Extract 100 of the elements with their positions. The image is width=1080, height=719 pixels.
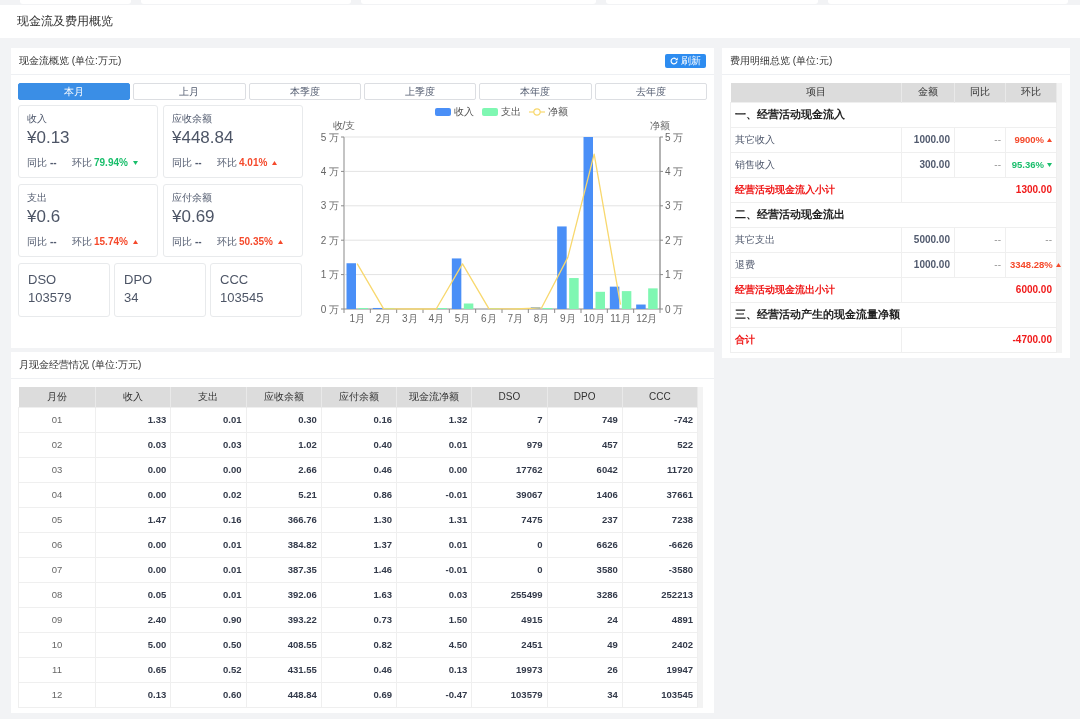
table-cell: 979 <box>471 432 547 457</box>
column-header: 现金流净额 <box>396 387 472 407</box>
table-cell: 0.00 <box>170 457 246 482</box>
compare-label: 同比 <box>27 157 47 169</box>
axis-label: 9月 <box>560 313 576 324</box>
table-cell: 237 <box>547 507 623 532</box>
table-cell: 03 <box>18 457 96 482</box>
panel-title: 现金流概览 (单位:万元) <box>19 54 122 68</box>
metric-label: CCC <box>220 271 250 289</box>
axis-title: 净额 <box>650 120 670 131</box>
column-header: 金额 <box>901 83 955 102</box>
table-cell: 04 <box>18 482 96 507</box>
table-cell: 12 <box>18 682 96 707</box>
axis-label: 4月 <box>428 313 444 324</box>
table-cell: 392.06 <box>246 582 322 607</box>
table-cell: 0.60 <box>170 682 246 707</box>
axis-label: 12月 <box>636 313 658 324</box>
change-value: 4.01% <box>239 157 268 169</box>
table-cell: 5000.00 <box>901 227 955 252</box>
table-cell: 0.52 <box>170 657 246 682</box>
table-cell: 457 <box>547 432 623 457</box>
subtotal-value: 1300.00 <box>901 177 1057 202</box>
axis-label: 1月 <box>349 313 365 324</box>
table-cell: -0.47 <box>396 682 472 707</box>
table-cell: 1.37 <box>321 532 397 557</box>
metric-label: DSO <box>28 271 58 289</box>
compare-label: 环比 <box>72 236 92 248</box>
compare-label: 同比 <box>172 236 192 248</box>
table-cell: 0.01 <box>170 582 246 607</box>
axis-label: 0 万 <box>665 303 684 315</box>
table-cell: 0.16 <box>321 407 397 432</box>
axis-label: 3月 <box>402 313 418 324</box>
table-cell: 4.50 <box>396 632 472 657</box>
table-cell: 0.01 <box>170 557 246 582</box>
table-cell: 09 <box>18 607 96 632</box>
table-cell: 0.00 <box>95 532 171 557</box>
table-cell: 11720 <box>622 457 698 482</box>
kpi-label: 收入 <box>27 113 48 125</box>
table-cell: 0.40 <box>321 432 397 457</box>
table-cell: 0.05 <box>95 582 171 607</box>
table-cell: -742 <box>622 407 698 432</box>
kpi-value: ¥0.13 <box>27 128 71 148</box>
table-cell: 11 <box>18 657 96 682</box>
axis-label: 3 万 <box>665 200 684 212</box>
table-cell: 0 <box>471 532 547 557</box>
kpi-value: ¥0.6 <box>27 207 62 227</box>
metric-label: DPO <box>124 271 154 289</box>
table-cell: 销售收入 <box>730 152 902 177</box>
table-cell: 0.01 <box>170 532 246 557</box>
table-cell: 1.02 <box>246 432 322 457</box>
legend-label: 支出 <box>500 106 521 118</box>
table-cell: 37661 <box>622 482 698 507</box>
table-cell: 4915 <box>471 607 547 632</box>
compare-label: 环比 <box>72 157 92 169</box>
table-cell: 408.55 <box>246 632 322 657</box>
section-heading: 一、经营活动现金流入 <box>730 102 1057 127</box>
table-cell: 749 <box>547 407 623 432</box>
compare-label: 环比 <box>217 236 237 248</box>
subtotal-label: 合计 <box>730 327 902 352</box>
table-cell: 2402 <box>622 632 698 657</box>
column-header: 应收余额 <box>246 387 322 407</box>
table-cell: 0.82 <box>321 632 397 657</box>
axis-title: 收/支 <box>332 120 356 131</box>
table-cell: 6042 <box>547 457 623 482</box>
column-header: 支出 <box>170 387 246 407</box>
table-cell: 7238 <box>622 507 698 532</box>
axis-label: 4 万 <box>320 165 339 177</box>
table-cell: 7 <box>471 407 547 432</box>
table-cell: 0.00 <box>95 557 171 582</box>
metric-value: 34 <box>124 289 140 307</box>
table-cell: 0.69 <box>321 682 397 707</box>
table-cell: 02 <box>18 432 96 457</box>
table-cell: 2.66 <box>246 457 322 482</box>
table-cell: 1000.00 <box>901 252 955 277</box>
table-cell: -- <box>954 252 1006 277</box>
subtotal-value: -4700.00 <box>901 327 1057 352</box>
kpi-value: ¥0.69 <box>172 207 216 227</box>
metric-value: 103545 <box>220 289 265 307</box>
axis-label: 5 万 <box>320 131 339 143</box>
table-cell: 1.47 <box>95 507 171 532</box>
table-cell: 07 <box>18 557 96 582</box>
table-cell: 5.00 <box>95 632 171 657</box>
axis-label: 2 万 <box>320 234 339 246</box>
column-header: 环比 <box>1005 83 1057 102</box>
compare-value: -- <box>195 236 202 248</box>
column-header: 月份 <box>18 387 96 407</box>
table-cell: 3286 <box>547 582 623 607</box>
axis-label: 2月 <box>375 313 392 324</box>
table-cell: 1000.00 <box>901 127 955 152</box>
table-cell: 0.90 <box>170 607 246 632</box>
table-cell: 1.63 <box>321 582 397 607</box>
table-cell: 0.00 <box>95 457 171 482</box>
table-cell: 0.30 <box>246 407 322 432</box>
table-cell: 0.65 <box>95 657 171 682</box>
column-header: DPO <box>547 387 623 407</box>
panel-title: 月现金经营情况 (单位:万元) <box>19 358 142 372</box>
table-cell: 退费 <box>730 252 902 277</box>
change-value: 15.74% <box>94 236 128 248</box>
table-cell: 103545 <box>622 682 698 707</box>
change-value: 9900% <box>1014 134 1044 145</box>
